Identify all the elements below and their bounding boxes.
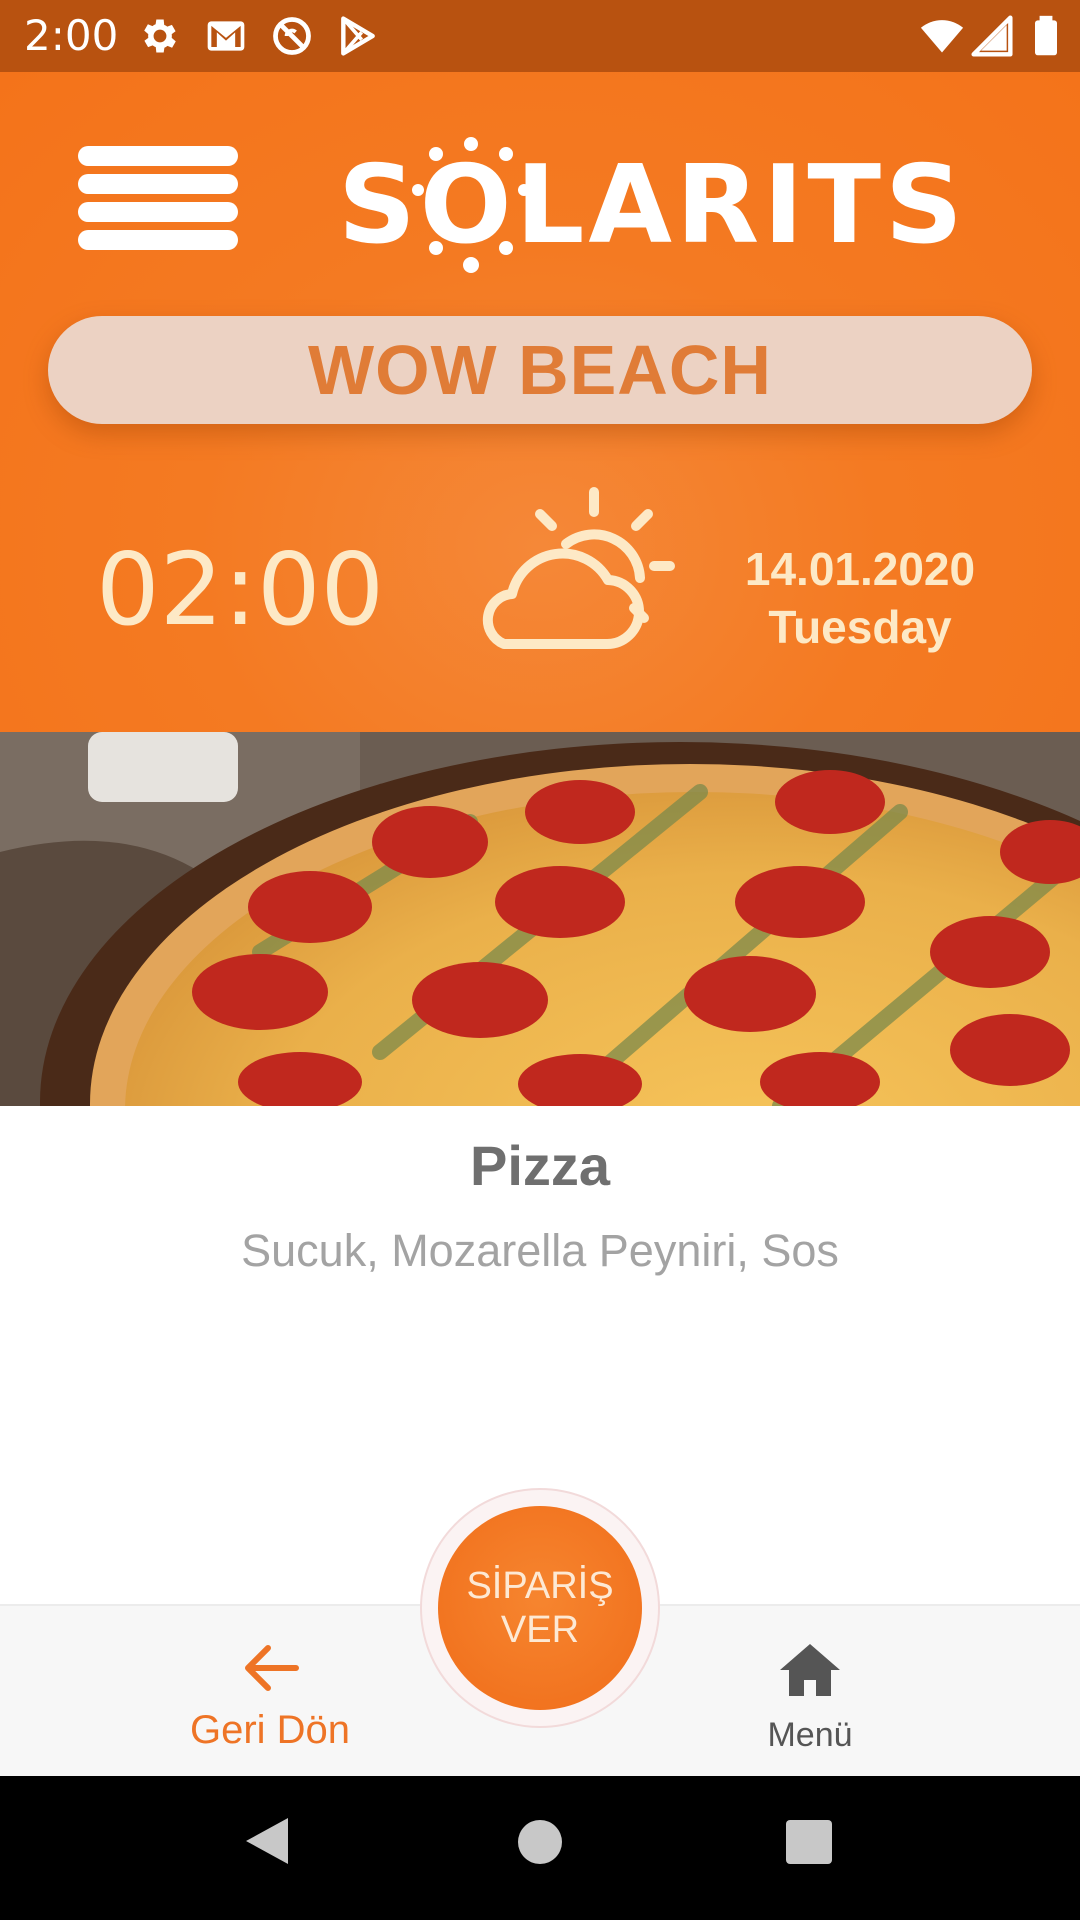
order-label-line2: VER [500,1609,580,1651]
back-label: Geri Dön [189,1708,351,1752]
date-display: 14.01.2020 [744,543,976,595]
location-banner: WOW BEACH [48,316,1032,424]
system-back-icon[interactable] [244,1816,290,1866]
play-store-icon [336,14,380,58]
product-description: Sucuk, Mozarella Peyniri, Sos [241,1225,839,1276]
system-navigation-bar [0,1776,1080,1920]
status-time: 2:00 [24,11,119,60]
order-label-line1: SİPARİŞ [466,1565,614,1607]
menu-button[interactable]: Menü [730,1642,890,1762]
status-bar: 2:00 [0,0,1080,72]
battery-icon [1024,14,1068,58]
wifi-icon [920,14,964,58]
signal-icon [970,14,1014,58]
app-header: SOLARITS WOW BEACH 02:00 14.01.2020 Tues… [0,72,1080,732]
app-logo: SOLARITS [338,130,963,280]
clock-display: 02:00 [96,531,385,648]
day-display: Tuesday [768,601,952,653]
gmail-icon [204,14,248,58]
home-icon [780,1644,840,1696]
place-order-button[interactable]: SİPARİŞ VER [438,1506,642,1710]
menu-bar-icon [78,146,238,166]
hamburger-menu-button[interactable] [78,146,240,252]
product-name: Pizza [469,1134,611,1197]
menu-bar-icon [78,174,238,194]
arrow-left-icon [245,1645,299,1691]
gear-icon [138,14,182,58]
location-name: WOW BEACH [308,331,772,409]
menu-bar-icon [78,230,238,250]
partly-cloudy-icon [468,486,686,654]
menu-label: Menü [767,1716,853,1754]
no-sync-icon [270,14,314,58]
sun-rays-icon [412,137,530,273]
system-home-icon[interactable] [518,1820,562,1864]
pizza-photo [0,732,1080,1106]
menu-bar-icon [78,202,238,222]
back-button[interactable]: Geri Dön [160,1642,380,1762]
system-recents-icon[interactable] [786,1820,832,1864]
